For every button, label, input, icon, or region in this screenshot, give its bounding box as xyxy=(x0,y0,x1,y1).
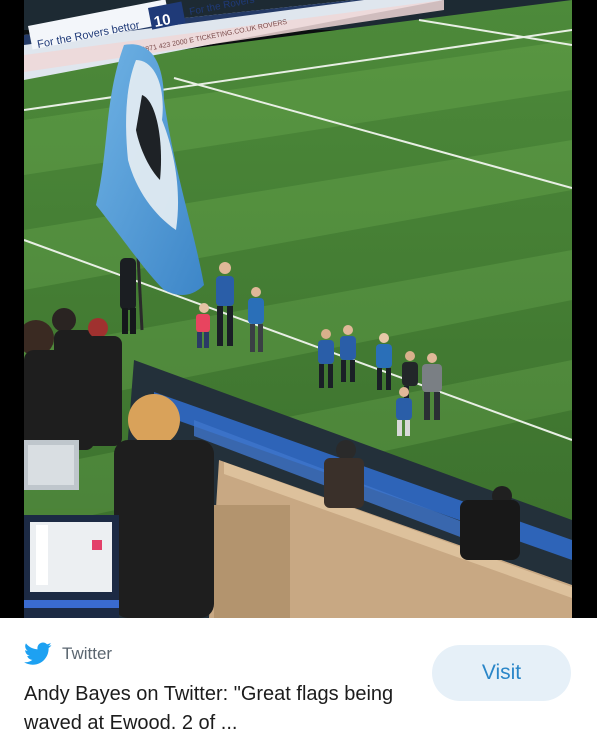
twitter-bird-icon xyxy=(24,642,52,665)
source-row: Twitter xyxy=(24,640,112,668)
image-frame: For the Rovers bettor 10 For the Rovers … xyxy=(0,0,597,618)
stadium-photo-graphic: For the Rovers bettor 10 For the Rovers … xyxy=(24,0,572,618)
visit-button[interactable]: Visit xyxy=(432,645,571,701)
link-headline[interactable]: Andy Bayes on Twitter: "Great flags bein… xyxy=(24,680,404,738)
ad-board-logo-number: 10 xyxy=(153,11,173,31)
source-label: Twitter xyxy=(62,644,113,663)
stadium-photo[interactable]: For the Rovers bettor 10 For the Rovers … xyxy=(24,0,572,618)
